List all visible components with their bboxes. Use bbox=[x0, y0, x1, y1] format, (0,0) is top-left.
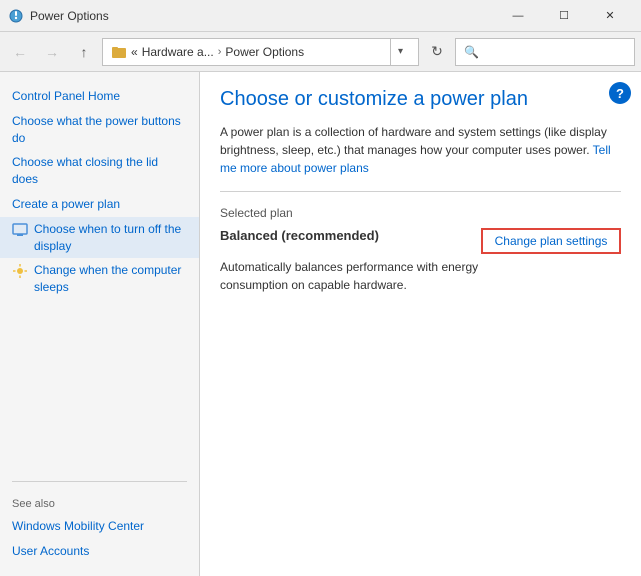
sidebar-item-label: Choose when to turn off the display bbox=[34, 221, 187, 255]
sidebar-item-turn-off-display[interactable]: Choose when to turn off the display bbox=[0, 217, 199, 259]
sidebar-item-user-accounts[interactable]: User Accounts bbox=[0, 539, 199, 564]
address-dropdown[interactable]: ▾ bbox=[390, 38, 410, 66]
sidebar-divider bbox=[12, 481, 187, 482]
content-area: ? Choose or customize a power plan A pow… bbox=[200, 72, 641, 576]
minimize-button[interactable]: — bbox=[495, 0, 541, 32]
sidebar-item-computer-sleeps[interactable]: Change when the computer sleeps bbox=[0, 258, 199, 300]
sidebar-item-label: Choose what closing the lid does bbox=[12, 154, 187, 188]
divider bbox=[220, 191, 621, 192]
maximize-button[interactable]: ☐ bbox=[541, 0, 587, 32]
window-title: Power Options bbox=[30, 9, 495, 23]
breadcrumb-part2: Power Options bbox=[225, 45, 304, 59]
sidebar-item-label: User Accounts bbox=[12, 543, 89, 560]
close-button[interactable]: ✕ bbox=[587, 0, 633, 32]
breadcrumb-part1: Hardware a... bbox=[142, 45, 214, 59]
selected-plan-label: Selected plan bbox=[220, 206, 621, 220]
sidebar-item-label: Change when the computer sleeps bbox=[34, 262, 187, 296]
sun-icon bbox=[12, 263, 28, 279]
plan-row: Balanced (recommended) Change plan setti… bbox=[220, 228, 621, 254]
sidebar: Control Panel Home Choose what the power… bbox=[0, 72, 200, 576]
see-also-label: See also bbox=[0, 490, 199, 514]
change-plan-settings-button[interactable]: Change plan settings bbox=[481, 228, 621, 254]
main-layout: Control Panel Home Choose what the power… bbox=[0, 72, 641, 576]
sidebar-item-label: Choose what the power buttons do bbox=[12, 113, 187, 147]
page-title: Choose or customize a power plan bbox=[220, 88, 621, 111]
sidebar-item-control-panel-home[interactable]: Control Panel Home bbox=[0, 84, 199, 109]
sidebar-item-label: Windows Mobility Center bbox=[12, 518, 144, 535]
content-description: A power plan is a collection of hardware… bbox=[220, 123, 621, 177]
description-text: A power plan is a collection of hardware… bbox=[220, 125, 607, 157]
window-controls: — ☐ ✕ bbox=[495, 0, 633, 32]
plan-description: Automatically balances performance with … bbox=[220, 258, 520, 294]
help-button[interactable]: ? bbox=[609, 82, 631, 104]
breadcrumb-sep: › bbox=[218, 46, 222, 58]
breadcrumb: « Hardware a... › Power Options bbox=[131, 45, 386, 59]
address-field[interactable]: « Hardware a... › Power Options ▾ bbox=[102, 38, 419, 66]
plan-name: Balanced (recommended) bbox=[220, 228, 379, 243]
search-box[interactable] bbox=[455, 38, 635, 66]
title-bar-icon bbox=[8, 8, 24, 24]
sidebar-item-label: Control Panel Home bbox=[12, 88, 120, 105]
up-button[interactable]: ↑ bbox=[70, 38, 98, 66]
sidebar-item-closing-lid[interactable]: Choose what closing the lid does bbox=[0, 150, 199, 192]
search-input[interactable] bbox=[464, 45, 626, 59]
sidebar-item-power-buttons[interactable]: Choose what the power buttons do bbox=[0, 109, 199, 151]
back-button[interactable]: ← bbox=[6, 38, 34, 66]
sidebar-item-mobility-center[interactable]: Windows Mobility Center bbox=[0, 514, 199, 539]
breadcrumb-prefix: « bbox=[131, 45, 138, 59]
monitor-icon bbox=[12, 222, 28, 238]
forward-button[interactable]: → bbox=[38, 38, 66, 66]
title-bar: Power Options — ☐ ✕ bbox=[0, 0, 641, 32]
address-bar: ← → ↑ « Hardware a... › Power Options ▾ … bbox=[0, 32, 641, 72]
refresh-button[interactable]: ↻ bbox=[423, 38, 451, 66]
folder-icon bbox=[111, 44, 127, 60]
sidebar-item-label: Create a power plan bbox=[12, 196, 120, 213]
sidebar-item-create-plan[interactable]: Create a power plan bbox=[0, 192, 199, 217]
